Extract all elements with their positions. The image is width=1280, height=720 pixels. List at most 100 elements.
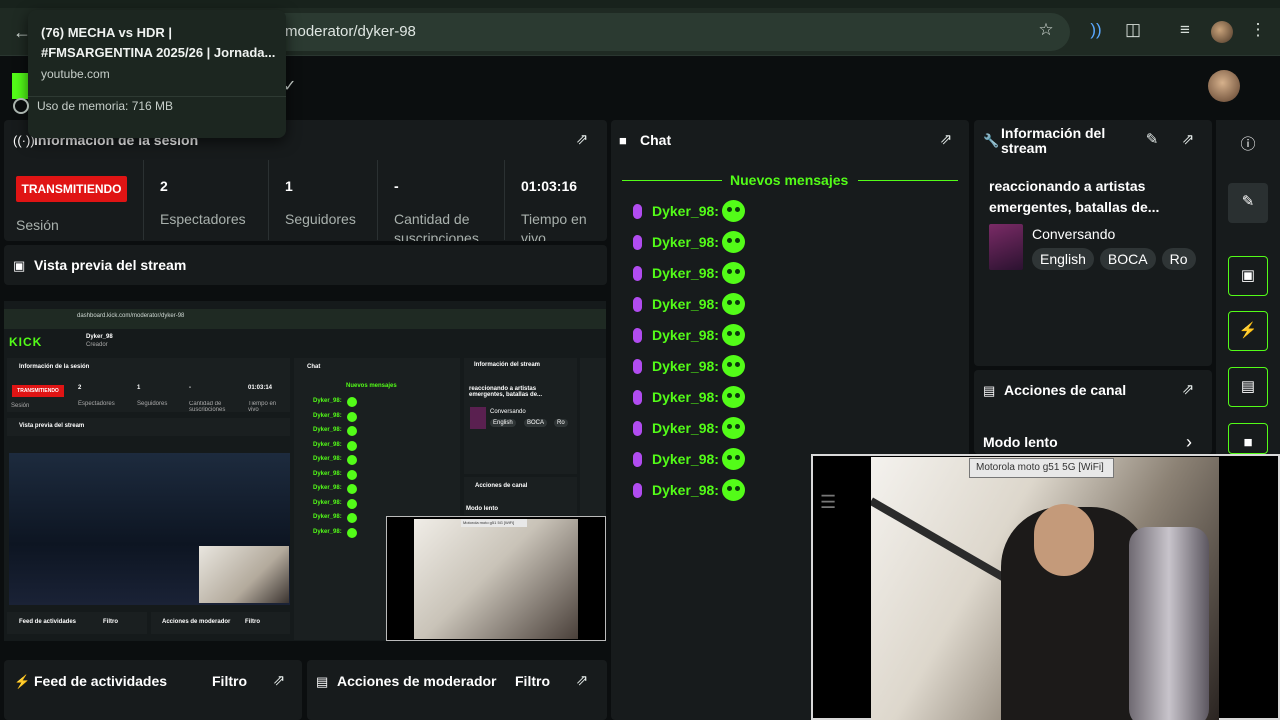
document-icon[interactable]: ▤ [1228,367,1268,407]
avatar[interactable] [1208,70,1240,102]
chat-bubble-icon[interactable]: ■ [1228,423,1268,454]
popout-icon[interactable]: ⇗ [1179,131,1197,149]
chat-username[interactable]: Dyker_98: [652,389,719,405]
webcam-feed [871,457,1219,720]
chat-username[interactable]: Dyker_98: [652,451,719,467]
star-icon[interactable]: ☆ [1034,18,1058,42]
chat-message[interactable]: Dyker_98: [630,292,930,318]
slow-mode-item[interactable]: Modo lento [983,434,1058,450]
tab-title: (76) MECHA vs HDR | #FMSARGENTINA 2025/2… [41,25,276,60]
tag[interactable]: BOCA [1099,248,1156,270]
url-text[interactable]: moderator/dyker-98 [285,23,416,40]
chat-username[interactable]: Dyker_98: [652,482,719,498]
chat-message[interactable]: Dyker_98: [630,385,930,411]
popout-icon[interactable]: ⇗ [573,131,591,149]
preview-chat-username: Dyker_98: [313,485,342,491]
preview-followers-label: Seguidores [137,401,168,407]
session-label: Sesión [16,217,59,233]
chat-message[interactable]: Dyker_98: [630,261,930,287]
mic-badge-icon [633,421,642,436]
edit-icon[interactable]: ✎ [1143,131,1161,149]
chat-username[interactable]: Dyker_98: [652,234,719,250]
more-icon[interactable]: ⋮ [1246,18,1270,42]
preview-webcam: Motorola moto g51 5G [WiFi] [386,516,606,641]
camera-device-label[interactable]: Motorola moto g51 5G [WiFi] [969,458,1114,478]
preview-subs-label: Cantidad de suscripciones [189,401,226,411]
hamburger-icon[interactable]: ☰ [820,492,836,513]
panel-title: Acciones de moderador [337,673,497,689]
chat-username[interactable]: Dyker_98: [652,265,719,281]
preview-chat-username: Dyker_98: [313,499,342,506]
emote-eye [727,362,732,367]
divider [377,160,378,240]
chevron-right-icon[interactable]: › [1186,432,1192,453]
tag[interactable]: English [1032,248,1094,270]
preview-chat-title: Chat [307,364,321,370]
preview-heart-eyes-emote [347,397,357,407]
divider [143,160,144,240]
preview-browser-bar [4,309,606,329]
preview-webcam-feed [414,519,578,639]
thermos [1129,527,1209,720]
preview-info-title: Información del stream [474,362,541,368]
chat-username[interactable]: Dyker_98: [652,327,719,343]
chat-message[interactable]: Dyker_98: [630,323,930,349]
info-icon[interactable]: ⓘ [1228,126,1268,166]
popout-icon[interactable]: ⇗ [937,131,955,149]
chat-username[interactable]: Dyker_98: [652,296,719,312]
preview-tag: English [490,419,516,427]
filter-button[interactable]: Filtro [212,673,247,689]
lightning-icon[interactable]: ⚡ [1228,311,1268,351]
activity-feed-panel [4,660,302,720]
preview-subs: - [189,385,191,391]
chat-username[interactable]: Dyker_98: [652,420,719,436]
preview-viewers-label: Espectadores [78,401,115,407]
extensions-icon[interactable]: ◫ [1121,18,1145,42]
edit-icon[interactable]: ✎ [1228,183,1268,223]
neutral-emote [722,262,745,284]
divider [268,160,269,240]
chat-message[interactable]: Dyker_98: [630,230,930,256]
subs-value: - [394,178,399,194]
preview-chat-username: Dyker_98: [313,456,342,462]
preview-icon: ▣ [13,258,26,273]
cast-icon[interactable]: )) [1084,18,1108,42]
chat-username[interactable]: Dyker_98: [652,203,719,219]
chat-username[interactable]: Dyker_98: [652,358,719,374]
popout-icon[interactable]: ⇗ [270,672,288,690]
followers-label: Seguidores [285,211,356,227]
emote-eye [735,238,740,243]
emote-eye [735,424,740,429]
followers-value: 1 [285,178,293,194]
heart-eyes-emote [722,200,745,222]
popout-icon[interactable]: ⇗ [573,672,591,690]
preview-chat-username: Dyker_98: [313,470,342,477]
profile-avatar[interactable] [1211,21,1233,43]
preview-activity-filter: Filtro [103,619,118,625]
preview-toggle-icon[interactable]: ▣ [1228,256,1268,296]
stream-preview[interactable]: dashboard.kick.com/moderator/dyker-98 KI… [4,301,606,641]
chat-message[interactable]: Dyker_98: [630,199,930,225]
preview-rail [580,358,606,518]
chat-message[interactable]: Dyker_98: [630,354,930,380]
emote-eye [735,269,740,274]
chat-bubble-icon: ■ [619,133,627,148]
filter-button[interactable]: Filtro [515,673,550,689]
preview-dizzy-emote [347,498,357,509]
mic-badge-icon [633,483,642,498]
subs-label: Cantidad de suscripciones [394,211,479,241]
preview-session-title: Información de la sesión [19,364,90,370]
emote-eye [735,300,740,305]
preview-grin-emote [347,440,357,451]
media-icon[interactable]: ≡ [1173,18,1197,42]
divider [622,180,722,181]
emote-eye [735,362,740,367]
emote-eye [735,393,740,398]
preview-slow-mode: Modo lento [466,506,498,512]
tag[interactable]: Ro [1161,248,1196,270]
category-name: Conversando [1032,226,1116,242]
emote-eye [727,424,732,429]
preview-chat-username: Dyker_98: [313,412,342,419]
chat-message[interactable]: Dyker_98: [630,416,930,442]
popout-icon[interactable]: ⇗ [1179,381,1197,399]
